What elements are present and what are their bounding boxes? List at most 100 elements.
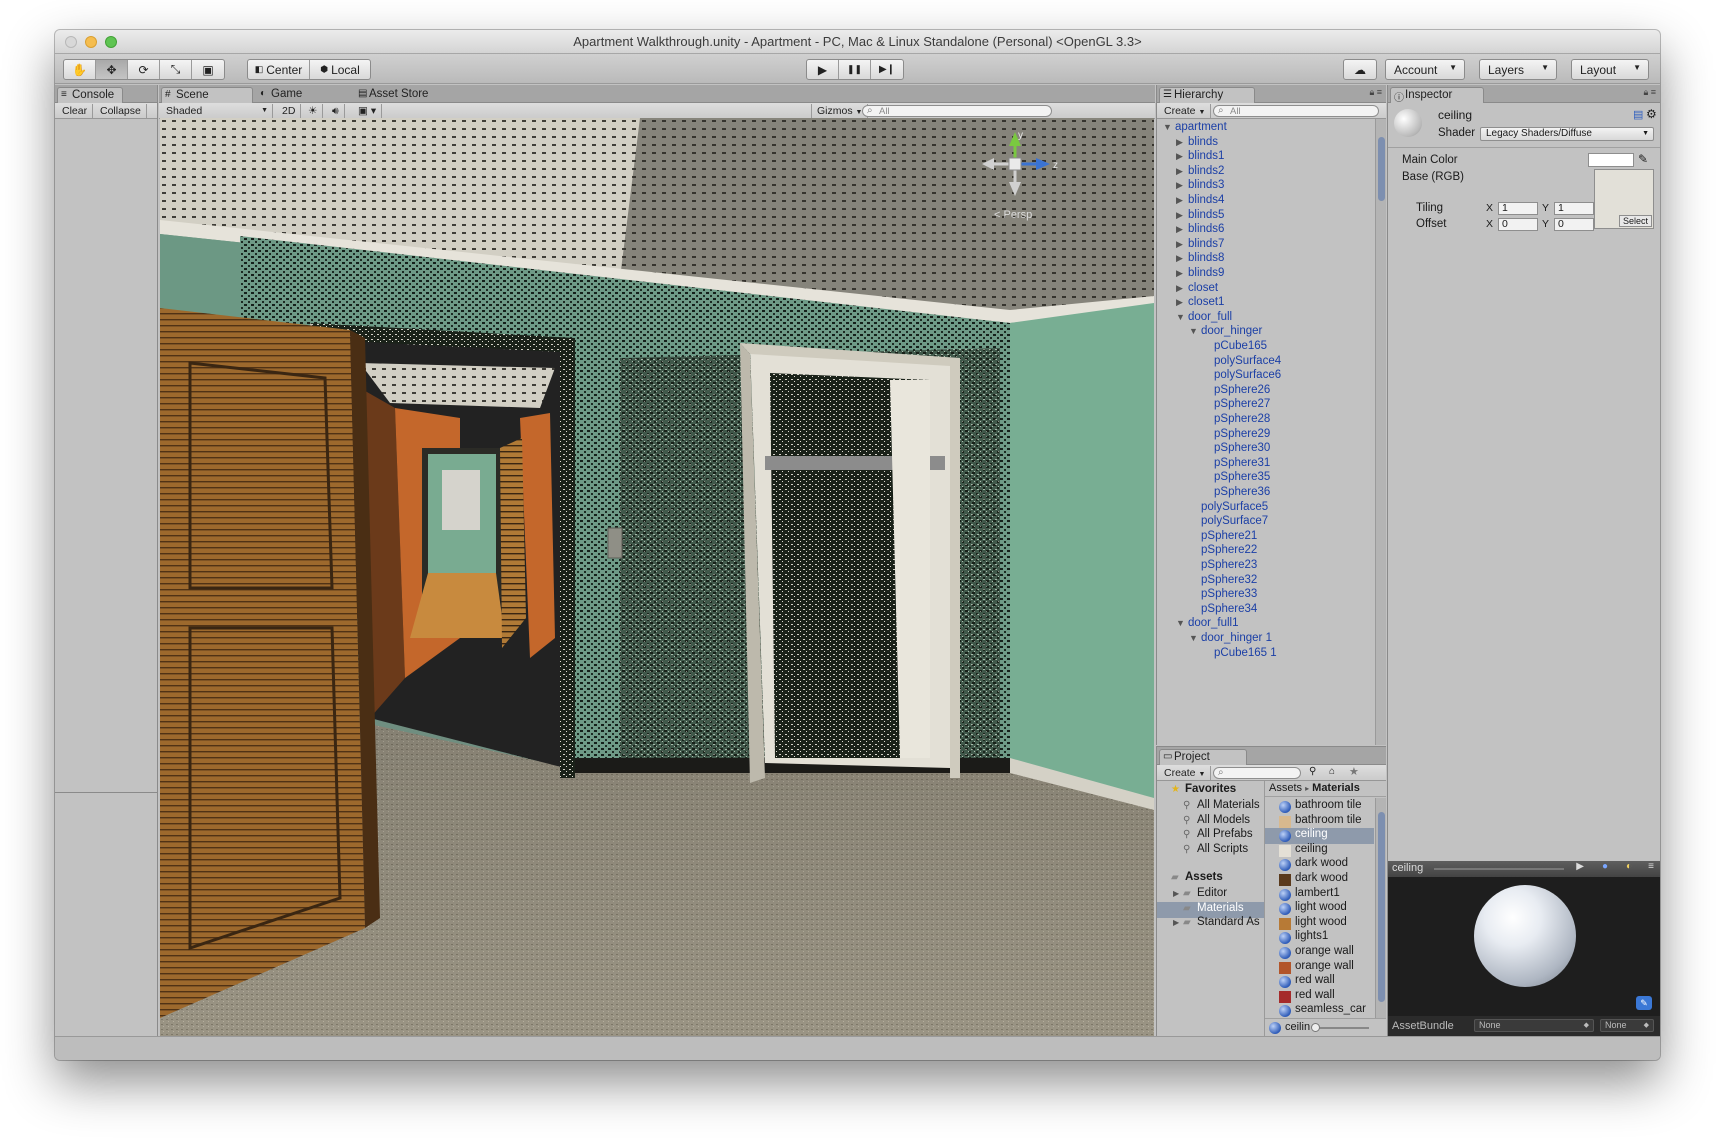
asset-item[interactable]: light wood <box>1265 901 1374 917</box>
scene-viewport[interactable]: y z < Persp <box>160 118 1154 1036</box>
tab-asset-store[interactable]: ▤ Asset Store <box>355 87 436 103</box>
hierarchy-item[interactable]: pSphere22 <box>1189 544 1257 560</box>
perspective-label[interactable]: < Persp <box>994 209 1032 221</box>
hierarchy-item[interactable]: ▼ apartment <box>1163 121 1227 137</box>
hierarchy-item[interactable]: pSphere27 <box>1202 398 1270 414</box>
collapse-arrow-icon[interactable]: ▶ <box>1176 239 1188 250</box>
breadcrumb-assets[interactable]: Assets <box>1269 782 1302 794</box>
project-search-input[interactable] <box>1213 767 1301 779</box>
collapse-arrow-icon[interactable]: ▶ <box>1176 268 1188 279</box>
minimize-window-button[interactable] <box>85 36 97 48</box>
hierarchy-item[interactable]: pSphere30 <box>1202 442 1270 458</box>
layout-dropdown[interactable]: Layout ▼ <box>1571 59 1649 80</box>
texture-select-button[interactable]: Select <box>1618 215 1652 227</box>
collapse-button[interactable]: Collapse <box>95 104 147 118</box>
hierarchy-item[interactable]: pSphere32 <box>1189 574 1257 590</box>
hierarchy-scrollbar[interactable] <box>1375 119 1386 745</box>
favorite-star-icon[interactable]: ★ <box>1349 765 1359 778</box>
hierarchy-item[interactable]: pSphere35 <box>1202 471 1270 487</box>
hierarchy-item[interactable]: ▶ closet1 <box>1176 296 1224 312</box>
hierarchy-item[interactable]: polySurface4 <box>1202 355 1281 371</box>
tab-scene[interactable]: # Scene <box>161 87 253 103</box>
hierarchy-item[interactable]: ▼ door_full1 <box>1176 617 1239 633</box>
assetbundle-dropdown[interactable]: None ◆ <box>1474 1019 1594 1032</box>
collapse-arrow-icon[interactable]: ▶ <box>1176 180 1188 191</box>
collapse-arrow-icon[interactable]: ▶ <box>1176 151 1188 162</box>
play-button[interactable]: ▶ <box>807 60 839 79</box>
preview-sphere-icon[interactable]: ● <box>1602 861 1608 872</box>
preview-light-icon[interactable]: ◐ <box>1626 861 1632 872</box>
asset-item[interactable]: lambert1 <box>1265 887 1374 903</box>
hierarchy-item[interactable]: polySurface6 <box>1202 369 1281 385</box>
tiling-y-field[interactable]: 1 <box>1554 202 1594 215</box>
filter-type-icon[interactable]: ⚲ <box>1309 766 1316 777</box>
collapse-arrow-icon[interactable]: ▶ <box>1176 195 1188 206</box>
slider-knob[interactable] <box>1311 1023 1320 1032</box>
tab-hierarchy[interactable]: ☰ Hierarchy <box>1159 87 1255 103</box>
offset-x-field[interactable]: 0 <box>1498 218 1538 231</box>
hierarchy-scroll-thumb[interactable] <box>1378 137 1385 201</box>
project-tree-item[interactable]: ▰ Assets <box>1157 871 1264 887</box>
panel-menu-icon[interactable]: 🔒︎ ≡ <box>1369 87 1382 98</box>
project-tree-item[interactable]: ▶ ▰ Editor <box>1157 887 1264 903</box>
preview-play-icon[interactable]: ▶ <box>1576 861 1584 872</box>
hierarchy-item[interactable]: ▼ door_full <box>1176 311 1232 327</box>
cloud-button[interactable]: ☁ <box>1344 60 1376 79</box>
asset-item[interactable]: dark wood <box>1265 857 1374 873</box>
hierarchy-item[interactable]: ▼ door_hinger <box>1189 325 1262 341</box>
tree-arrow-icon[interactable]: ▶ <box>1173 889 1183 898</box>
assetbundle-variant-dropdown[interactable]: None ◆ <box>1600 1019 1654 1032</box>
hierarchy-create-dropdown[interactable]: Create ▼ <box>1159 104 1212 118</box>
clear-button[interactable]: Clear <box>57 104 94 118</box>
filter-label-icon[interactable]: ⌂ <box>1329 766 1335 777</box>
hierarchy-item[interactable]: ▶ blinds9 <box>1176 267 1224 283</box>
audio-toggle[interactable]: 🔊︎ <box>327 104 345 118</box>
collapse-arrow-icon[interactable]: ▶ <box>1176 253 1188 264</box>
help-book-icon[interactable]: ▤ <box>1633 108 1643 121</box>
tiling-x-field[interactable]: 1 <box>1498 202 1538 215</box>
scale-tool-button[interactable]: ⤡ <box>160 60 192 79</box>
asset-item[interactable]: orange wall <box>1265 960 1374 976</box>
tree-arrow-icon[interactable]: ▶ <box>1173 918 1183 927</box>
asset-item[interactable]: bathroom tile <box>1265 799 1374 815</box>
asset-item[interactable]: orange wall <box>1265 945 1374 961</box>
zoom-window-button[interactable] <box>105 36 117 48</box>
asset-scrollbar[interactable] <box>1375 798 1386 1018</box>
pause-button[interactable]: ❚❚ <box>839 60 871 79</box>
2d-toggle[interactable]: 2D <box>277 104 302 118</box>
tab-inspector[interactable]: ⓘ Inspector <box>1390 87 1484 104</box>
hierarchy-item[interactable]: pSphere21 <box>1189 530 1257 546</box>
asset-item[interactable]: bathroom tile <box>1265 814 1374 830</box>
settings-gear-icon[interactable]: ⚙ <box>1646 107 1657 121</box>
hierarchy-item[interactable]: ▶ blinds8 <box>1176 252 1224 268</box>
collapse-arrow-icon[interactable]: ▶ <box>1176 224 1188 235</box>
hierarchy-item[interactable]: pSphere23 <box>1189 559 1257 575</box>
tab-game[interactable]: ◐ Game <box>257 87 310 103</box>
icon-size-slider[interactable] <box>1313 1027 1369 1029</box>
hierarchy-item[interactable]: pCube165 <box>1202 340 1267 356</box>
asset-item[interactable]: light wood <box>1265 916 1374 932</box>
hand-tool-button[interactable]: ✋ <box>64 60 96 79</box>
tab-project[interactable]: ▭ Project <box>1159 749 1247 765</box>
asset-item[interactable]: dark wood <box>1265 872 1374 888</box>
hierarchy-item[interactable]: ▶ blinds1 <box>1176 150 1224 166</box>
account-dropdown[interactable]: Account ▼ <box>1385 59 1465 80</box>
project-tree-item[interactable]: ⚲ All Models <box>1157 814 1264 830</box>
effects-toggle[interactable]: ▣ ▾ <box>353 104 383 118</box>
step-button[interactable]: ▶❙ <box>871 60 903 79</box>
pivot-center-button[interactable]: ◧ Center <box>248 60 310 79</box>
hierarchy-item[interactable]: pSphere36 <box>1202 486 1270 502</box>
hierarchy-item[interactable]: ▶ blinds5 <box>1176 209 1224 225</box>
rect-tool-button[interactable]: ▣ <box>192 60 224 79</box>
project-tree-item[interactable]: ▶ ▰ Standard As <box>1157 916 1264 932</box>
asset-item[interactable]: lights1 <box>1265 930 1374 946</box>
project-tree-item[interactable]: ⚲ All Prefabs <box>1157 828 1264 844</box>
asset-item[interactable]: ceiling <box>1265 843 1374 859</box>
panel-menu-icon[interactable]: 🔒︎ ≡ <box>1643 87 1656 98</box>
eyedropper-icon[interactable]: ✎ <box>1638 152 1648 166</box>
hierarchy-item[interactable]: ▶ blinds6 <box>1176 223 1224 239</box>
asset-item[interactable]: red wall <box>1265 974 1374 990</box>
offset-y-field[interactable]: 0 <box>1554 218 1594 231</box>
hierarchy-item[interactable]: ▶ blinds2 <box>1176 165 1224 181</box>
project-tree-item[interactable]: ▰ Materials <box>1157 901 1264 918</box>
